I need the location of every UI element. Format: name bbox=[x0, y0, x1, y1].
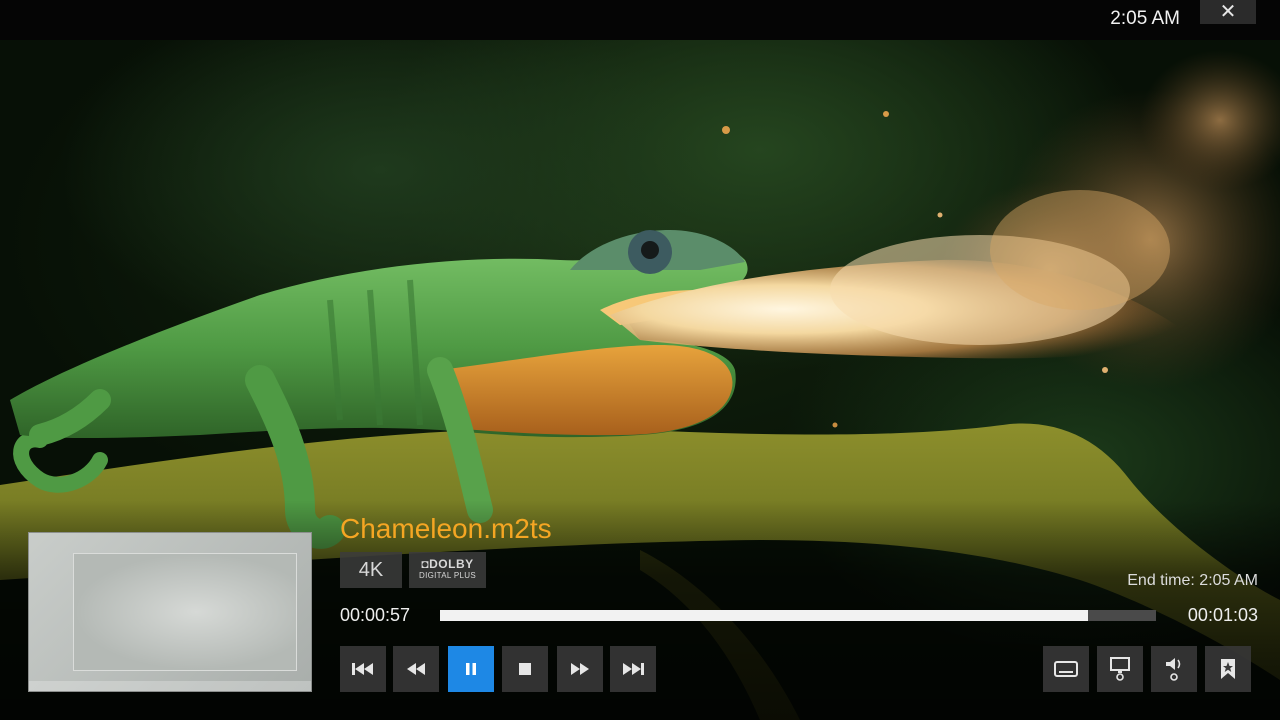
video-settings-icon bbox=[1110, 657, 1130, 681]
seek-bar-fill bbox=[440, 610, 1088, 621]
end-time: End time: 2:05 AM bbox=[1127, 572, 1258, 590]
audio-settings-icon bbox=[1166, 658, 1181, 681]
video-settings-button[interactable] bbox=[1097, 646, 1143, 692]
close-button[interactable]: ✕ bbox=[1200, 0, 1256, 24]
rewind-icon bbox=[407, 663, 425, 675]
next-button[interactable] bbox=[610, 646, 656, 692]
stop-icon bbox=[519, 663, 531, 675]
clock: 2:05 AM bbox=[1110, 8, 1180, 29]
bookmark-icon bbox=[1221, 659, 1235, 679]
seek-bar[interactable] bbox=[440, 610, 1156, 621]
elapsed-time: 00:00:57 bbox=[340, 605, 411, 625]
subtitles-icon bbox=[1054, 661, 1078, 677]
pause-button[interactable] bbox=[448, 646, 494, 692]
audio-codec-badge: ◘DOLBY DIGITAL PLUS bbox=[409, 552, 486, 588]
next-icon bbox=[623, 663, 644, 675]
top-bar: 2:05 AM ✕ bbox=[0, 0, 1280, 40]
thumbnail-band bbox=[29, 681, 311, 691]
resolution-badge: 4K bbox=[340, 552, 402, 588]
pause-icon bbox=[466, 663, 476, 675]
previous-icon bbox=[352, 663, 373, 675]
end-time-label: End time: bbox=[1127, 572, 1195, 589]
stop-button[interactable] bbox=[502, 646, 548, 692]
fast-forward-button[interactable] bbox=[557, 646, 603, 692]
thumbnail-inner-frame bbox=[73, 553, 297, 671]
rewind-button[interactable] bbox=[393, 646, 439, 692]
fast-forward-icon bbox=[571, 663, 589, 675]
previous-button[interactable] bbox=[340, 646, 386, 692]
media-title: Chameleon.m2ts bbox=[340, 513, 552, 544]
media-thumbnail bbox=[28, 532, 312, 692]
dolby-logo-text: ◘DOLBY bbox=[421, 557, 474, 571]
dolby-subtext: DIGITAL PLUS bbox=[419, 571, 476, 580]
end-time-value: 2:05 AM bbox=[1199, 572, 1258, 589]
subtitles-button[interactable] bbox=[1043, 646, 1089, 692]
bookmark-button[interactable] bbox=[1205, 646, 1251, 692]
audio-settings-button[interactable] bbox=[1151, 646, 1197, 692]
total-time: 00:01:03 bbox=[1187, 605, 1258, 625]
